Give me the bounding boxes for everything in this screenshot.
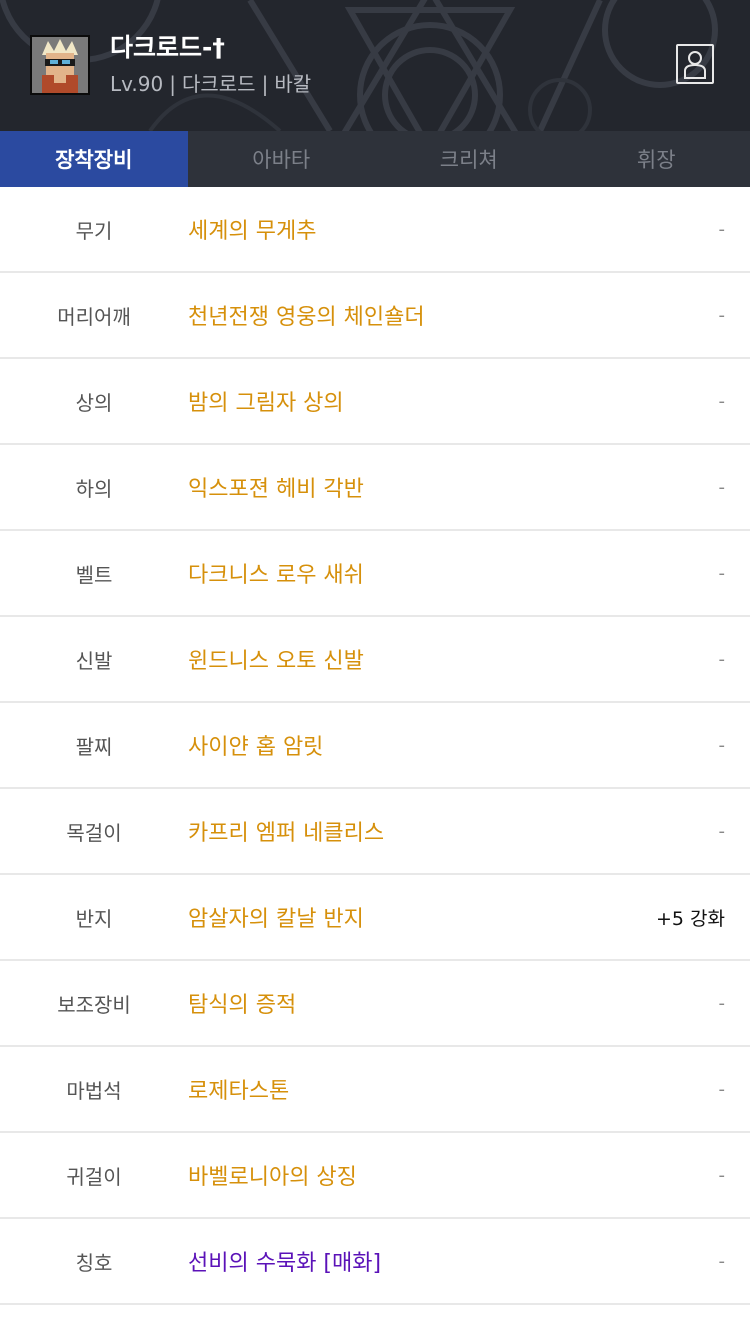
equipment-row[interactable]: 보조장비 탐식의 증적 - — [0, 961, 750, 1047]
slot-label: 마법석 — [66, 1078, 122, 1103]
item-enhancement: - — [718, 562, 726, 584]
slot-label: 무기 — [75, 218, 113, 243]
item-name: 세계의 무게추 — [188, 219, 317, 244]
slot-label: 머리어깨 — [57, 304, 131, 329]
equipment-row[interactable]: 벨트 다크니스 로우 새쉬 - — [0, 531, 750, 617]
tab-avatar[interactable]: 아바타 — [188, 131, 376, 187]
tab-creature[interactable]: 크리쳐 — [375, 131, 563, 187]
tab-equipment[interactable]: 장착장비 — [0, 131, 188, 187]
item-name: 암살자의 칼날 반지 — [188, 907, 364, 932]
character-name: 다크로드-† — [110, 33, 225, 62]
character-portrait-icon — [32, 37, 88, 93]
slot-label: 목걸이 — [66, 820, 122, 845]
slot-label: 벨트 — [75, 562, 113, 587]
person-icon — [684, 51, 706, 79]
item-name: 밤의 그림자 상의 — [188, 391, 344, 416]
equipment-row[interactable]: 머리어깨 천년전쟁 영웅의 체인숄더 - — [0, 273, 750, 359]
character-level: Lv.90 — [110, 72, 164, 96]
equipment-row[interactable]: 목걸이 카프리 엠퍼 네클리스 - — [0, 789, 750, 875]
character-server: 바칼 — [274, 72, 312, 96]
slot-label: 팔찌 — [75, 734, 113, 759]
equipment-row[interactable]: 하의 익스포젼 헤비 각반 - — [0, 445, 750, 531]
tab-bar: 장착장비 아바타 크리쳐 휘장 — [0, 131, 750, 187]
item-name: 선비의 수묵화 [매화] — [188, 1251, 382, 1276]
item-enhancement: - — [718, 648, 726, 670]
slot-label: 칭호 — [75, 1250, 113, 1275]
item-enhancement: - — [718, 734, 726, 756]
slot-label: 반지 — [75, 906, 113, 931]
character-job: 다크로드 — [181, 72, 256, 96]
info-separator: | — [169, 72, 176, 96]
item-enhancement: - — [718, 820, 726, 842]
profile-button[interactable] — [676, 44, 714, 84]
item-enhancement: +5 강화 — [655, 907, 725, 930]
equipment-row[interactable]: 상의 밤의 그림자 상의 - — [0, 359, 750, 445]
equipment-list: 무기 세계의 무게추 - 머리어깨 천년전쟁 영웅의 체인숄더 - 상의 밤의 … — [0, 187, 750, 1305]
item-enhancement: - — [718, 304, 726, 326]
slot-label: 하의 — [75, 476, 113, 501]
slot-label: 보조장비 — [57, 992, 131, 1017]
item-name: 익스포젼 헤비 각반 — [188, 477, 364, 502]
slot-label: 귀걸이 — [66, 1164, 122, 1189]
item-enhancement: - — [718, 1164, 726, 1186]
item-enhancement: - — [718, 992, 726, 1014]
item-enhancement: - — [718, 218, 726, 240]
equipment-row[interactable]: 반지 암살자의 칼날 반지 +5 강화 — [0, 875, 750, 961]
item-enhancement: - — [718, 1078, 726, 1100]
item-name: 윈드니스 오토 신발 — [188, 649, 364, 674]
item-name: 사이얀 홉 암릿 — [188, 735, 324, 760]
info-separator: | — [261, 72, 269, 96]
tab-emblem[interactable]: 휘장 — [563, 131, 750, 187]
item-name: 천년전쟁 영웅의 체인숄더 — [188, 305, 425, 330]
slot-label: 신발 — [75, 648, 113, 673]
equipment-row[interactable]: 무기 세계의 무게추 - — [0, 187, 750, 273]
equipment-row[interactable]: 신발 윈드니스 오토 신발 - — [0, 617, 750, 703]
equipment-row[interactable]: 칭호 선비의 수묵화 [매화] - — [0, 1219, 750, 1305]
header-pattern-background — [0, 0, 718, 131]
equipment-row[interactable]: 팔찌 사이얀 홉 암릿 - — [0, 703, 750, 789]
character-header: 다크로드-† Lv.90 | 다크로드 | 바칼 — [0, 0, 750, 131]
item-name: 바벨로니아의 상징 — [188, 1165, 357, 1190]
equipment-row[interactable]: 귀걸이 바벨로니아의 상징 - — [0, 1133, 750, 1219]
character-info: Lv.90 | 다크로드 | 바칼 — [110, 70, 311, 98]
item-name: 탐식의 증적 — [188, 993, 297, 1018]
item-enhancement: - — [718, 1250, 726, 1272]
item-name: 다크니스 로우 새쉬 — [188, 563, 364, 588]
item-name: 카프리 엠퍼 네클리스 — [188, 821, 385, 846]
slot-label: 상의 — [75, 390, 113, 415]
character-avatar[interactable] — [30, 35, 90, 95]
item-enhancement: - — [718, 390, 726, 412]
item-name: 로제타스톤 — [188, 1079, 290, 1104]
item-enhancement: - — [718, 476, 726, 498]
equipment-row[interactable]: 마법석 로제타스톤 - — [0, 1047, 750, 1133]
